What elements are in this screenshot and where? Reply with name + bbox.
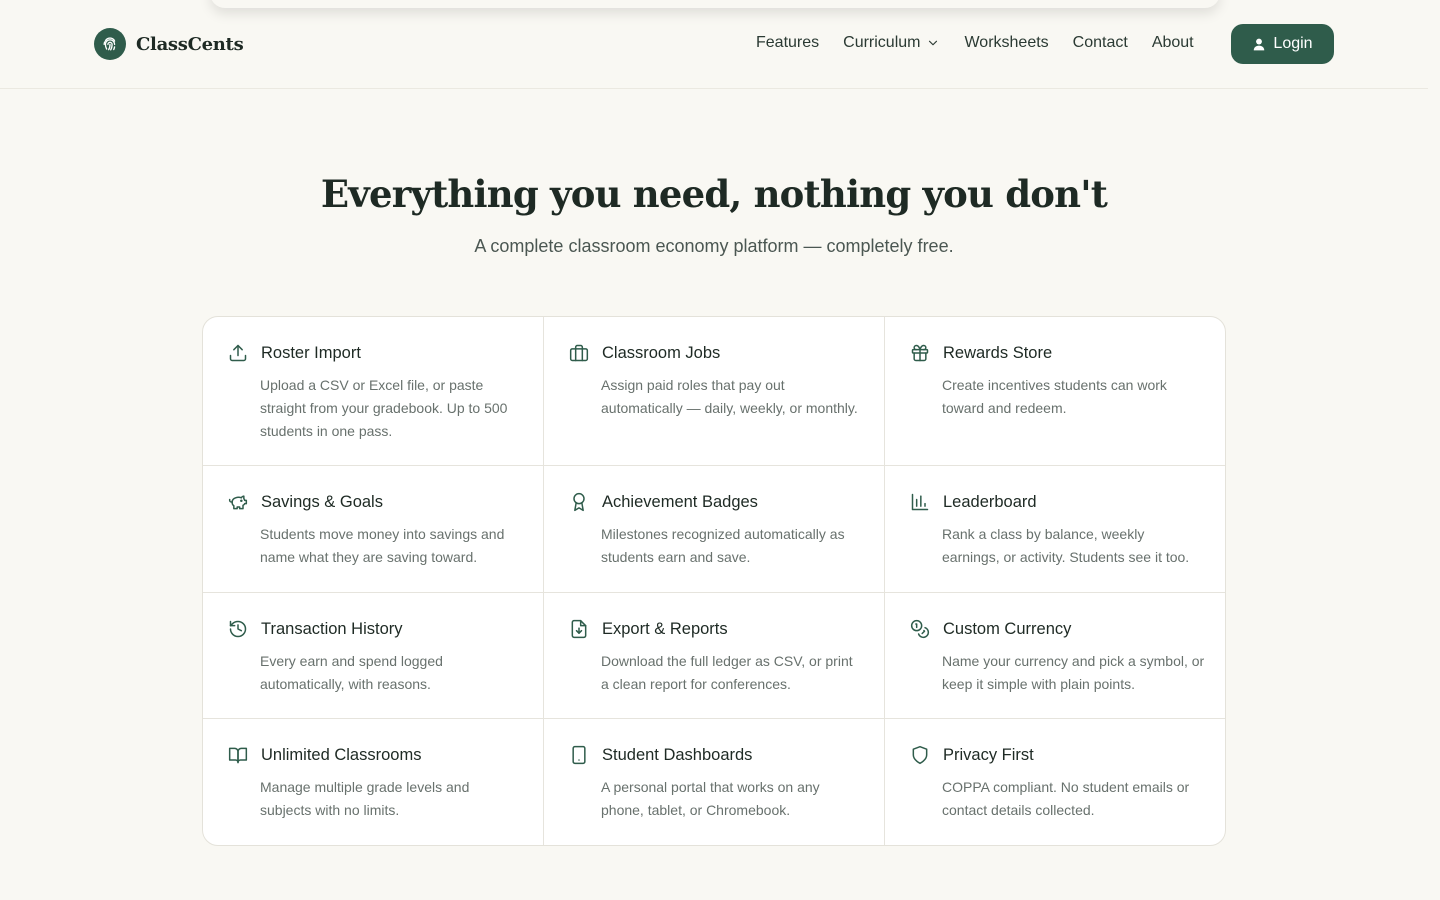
hero-subtitle: A complete classroom economy platform — … bbox=[474, 236, 954, 256]
feature-title: Transaction History bbox=[261, 619, 403, 638]
file-download-icon bbox=[568, 618, 590, 640]
feature-card-student-dashboards: Student Dashboards A personal portal tha… bbox=[544, 719, 885, 845]
feature-description: COPPA compliant. No student emails or co… bbox=[942, 779, 1190, 818]
feature-card-achievement-badges: Achievement Badges Milestones recognized… bbox=[544, 466, 885, 593]
feature-title: Custom Currency bbox=[943, 619, 1072, 638]
hero-title: Everything you need, nothing you don't bbox=[320, 172, 1108, 216]
feature-description: Students move money into savings and nam… bbox=[260, 526, 505, 565]
feature-grid: Roster Import Upload a CSV or Excel file… bbox=[202, 316, 1226, 846]
nav-curriculum[interactable]: Curriculum bbox=[843, 34, 940, 52]
upload-icon bbox=[227, 342, 249, 364]
feature-card-privacy-first: Privacy First COPPA compliant. No studen… bbox=[885, 719, 1225, 845]
book-open-icon bbox=[227, 744, 249, 766]
feature-card-classroom-jobs: Classroom Jobs Assign paid roles that pa… bbox=[544, 317, 885, 466]
feature-card-leaderboard: Leaderboard Rank a class by balance, wee… bbox=[885, 466, 1225, 593]
feature-description: A personal portal that works on any phon… bbox=[601, 779, 820, 818]
feature-title: Roster Import bbox=[261, 343, 361, 362]
brand-name: ClassCents bbox=[136, 33, 244, 55]
feature-title: Leaderboard bbox=[943, 492, 1037, 511]
briefcase-icon bbox=[568, 342, 590, 364]
site-header: ClassCents Features Curriculum Worksheet… bbox=[0, 0, 1428, 89]
nav-features[interactable]: Features bbox=[756, 34, 819, 52]
feature-description: Milestones recognized automatically as s… bbox=[601, 526, 845, 565]
feature-description: Assign paid roles that pay out automatic… bbox=[601, 377, 858, 416]
feature-card-custom-currency: Custom Currency Name your currency and p… bbox=[885, 593, 1225, 719]
feature-title: Classroom Jobs bbox=[602, 343, 721, 362]
feature-title: Savings & Goals bbox=[261, 492, 383, 511]
user-icon bbox=[1254, 38, 1265, 50]
nav-curriculum-label: Curriculum bbox=[843, 34, 921, 51]
shield-icon bbox=[909, 744, 931, 766]
login-button[interactable]: Login bbox=[1231, 24, 1334, 64]
gift-icon bbox=[909, 342, 931, 364]
nav-about-label: About bbox=[1151, 34, 1194, 51]
nav-contact[interactable]: Contact bbox=[1073, 34, 1128, 52]
brand[interactable]: ClassCents bbox=[94, 28, 244, 60]
coins-icon bbox=[909, 618, 931, 640]
bar-chart-icon bbox=[909, 491, 931, 513]
piggy-bank-icon bbox=[227, 491, 249, 513]
feature-card-roster-import: Roster Import Upload a CSV or Excel file… bbox=[203, 317, 544, 466]
feature-card-transaction-history: Transaction History Every earn and spend… bbox=[203, 593, 544, 719]
tablet-icon bbox=[568, 744, 590, 766]
main-nav: Features Curriculum Worksheets Contact A… bbox=[756, 34, 1218, 52]
feature-title: Privacy First bbox=[943, 745, 1034, 764]
award-icon bbox=[568, 491, 590, 513]
feature-description: Every earn and spend logged automaticall… bbox=[260, 653, 443, 692]
feature-card-unlimited-classrooms: Unlimited Classrooms Manage multiple gra… bbox=[203, 719, 544, 845]
feature-card-rewards-store: Rewards Store Create incentives students… bbox=[885, 317, 1225, 466]
feature-card-export-reports: Export & Reports Download the full ledge… bbox=[544, 593, 885, 719]
history-icon bbox=[227, 618, 249, 640]
feature-description: Name your currency and pick a symbol, or… bbox=[942, 653, 1205, 692]
feature-description: Create incentives students can work towa… bbox=[942, 377, 1167, 416]
feature-title: Rewards Store bbox=[943, 343, 1053, 362]
login-label: Login bbox=[1273, 35, 1313, 52]
feature-description: Upload a CSV or Excel file, or paste str… bbox=[260, 377, 508, 439]
feature-card-savings-goals: Savings & Goals Students move money into… bbox=[203, 466, 544, 593]
feature-title: Export & Reports bbox=[602, 619, 728, 638]
feature-title: Student Dashboards bbox=[602, 745, 753, 764]
fingerprint-icon bbox=[94, 28, 126, 60]
nav-worksheets[interactable]: Worksheets bbox=[964, 34, 1048, 52]
feature-description: Download the full ledger as CSV, or prin… bbox=[601, 653, 853, 692]
feature-description: Manage multiple grade levels and subject… bbox=[260, 779, 470, 818]
nav-worksheets-label: Worksheets bbox=[964, 34, 1049, 51]
chevron-down-icon bbox=[929, 40, 938, 46]
feature-title: Achievement Badges bbox=[602, 492, 758, 511]
nav-features-label: Features bbox=[756, 34, 820, 51]
nav-contact-label: Contact bbox=[1072, 34, 1128, 51]
nav-about[interactable]: About bbox=[1152, 34, 1194, 52]
feature-description: Rank a class by balance, weekly earnings… bbox=[942, 526, 1190, 565]
feature-title: Unlimited Classrooms bbox=[261, 745, 422, 764]
